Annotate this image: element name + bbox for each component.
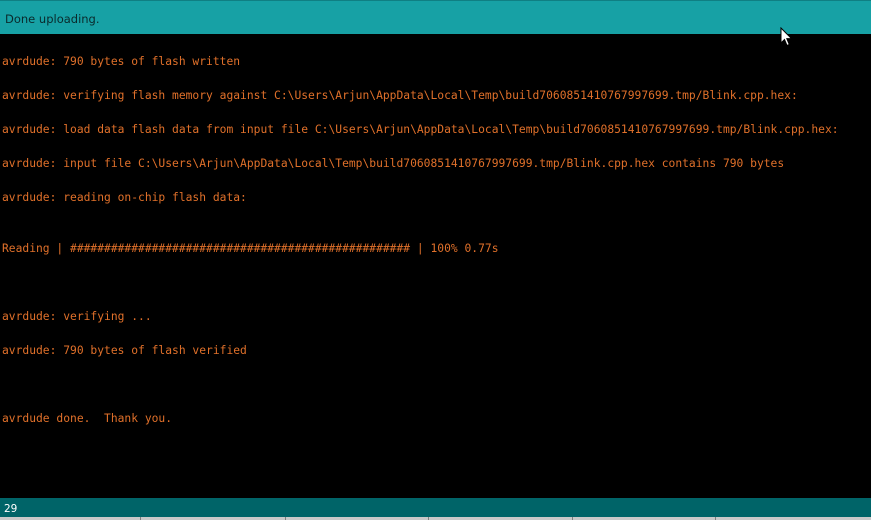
line-number-indicator: 29 [4, 503, 18, 515]
status-message: Done uploading. [5, 12, 100, 26]
status-bar: Done uploading. [0, 0, 871, 34]
console-line: avrdude: 790 bytes of flash verified [2, 344, 247, 357]
console-output[interactable]: avrdude: 790 bytes of flash written avrd… [0, 34, 871, 498]
console-line: avrdude: reading on-chip flash data: [2, 191, 247, 204]
console-line: avrdude: 790 bytes of flash written [2, 55, 241, 68]
console-line: avrdude: input file C:\Users\Arjun\AppDa… [2, 157, 785, 170]
console-line: avrdude: verifying flash memory against … [2, 89, 798, 102]
console-progress-line: Reading | ##############################… [2, 242, 499, 255]
mouse-pointer-icon [780, 27, 793, 47]
console-line: avrdude: verifying ... [2, 310, 152, 323]
console-line: avrdude done. Thank you. [2, 412, 173, 425]
console-line: avrdude: load data flash data from input… [2, 123, 839, 136]
